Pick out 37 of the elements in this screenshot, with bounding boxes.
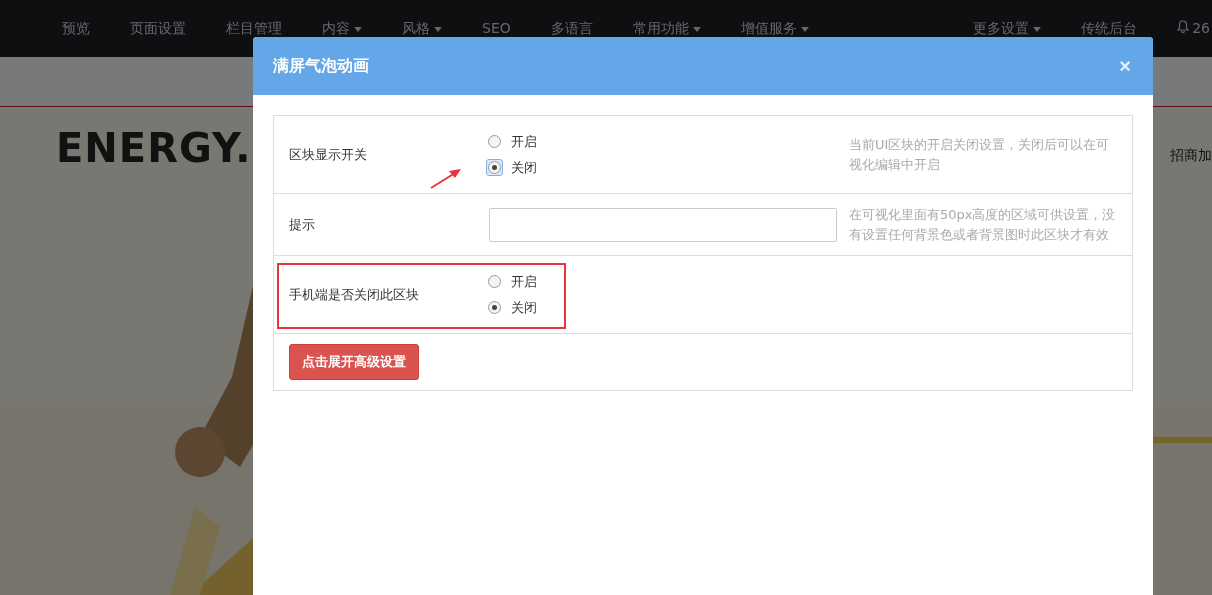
- radio-button[interactable]: [488, 135, 501, 148]
- nav-item[interactable]: 栏目管理: [226, 0, 282, 38]
- nav-item[interactable]: 页面设置: [130, 0, 186, 38]
- nav-item[interactable]: SEO: [482, 0, 511, 36]
- nav-item[interactable]: 增值服务: [740, 0, 809, 38]
- nav-item[interactable]: 预览: [62, 0, 90, 38]
- radio-button[interactable]: [488, 301, 501, 314]
- radio-option[interactable]: 开启: [486, 272, 849, 291]
- caret-icon: [1033, 26, 1042, 32]
- brand-logo: ENERGY.: [56, 125, 252, 171]
- field-label: 手机端是否关闭此区块: [289, 285, 420, 304]
- caret-icon: [354, 26, 362, 32]
- radio-option[interactable]: 开启: [486, 132, 849, 151]
- nav-item[interactable]: 内容: [322, 0, 362, 38]
- nav-item[interactable]: 风格: [402, 0, 442, 38]
- nav-link[interactable]: 招商加: [1170, 147, 1212, 165]
- nav-item[interactable]: 多语言: [550, 0, 593, 38]
- caret-icon: [434, 26, 442, 32]
- field-label: 提示: [289, 215, 316, 234]
- field-hint: 当前UI区块的开启关闭设置，关闭后可以在可视化编辑中开启: [849, 135, 1111, 174]
- radio-button[interactable]: [488, 161, 501, 174]
- bell-icon: [1177, 20, 1190, 33]
- text-field[interactable]: [489, 207, 837, 242]
- radio-option[interactable]: 关闭: [486, 298, 849, 317]
- nav-item[interactable]: 常用功能: [632, 0, 701, 38]
- nav-item[interactable]: 更多设置: [973, 0, 1042, 38]
- caret-icon: [692, 26, 701, 32]
- dialog-title: 满屏气泡动画: [273, 55, 369, 77]
- notification-count[interactable]: 26: [1177, 0, 1212, 36]
- nav-item[interactable]: 传统后台: [1081, 0, 1138, 38]
- radio-option[interactable]: 关闭: [486, 158, 849, 177]
- radio-button[interactable]: [488, 275, 501, 288]
- field-label: 区块显示开关: [289, 145, 368, 164]
- field-hint: 在可视化里面有50px高度的区域可供设置，没有设置任何背景色或者背景图时此区块才有效: [849, 205, 1117, 244]
- advanced-settings-button[interactable]: 点击展开高级设置: [289, 344, 419, 380]
- close-button[interactable]: ×: [1117, 54, 1133, 78]
- caret-icon: [800, 26, 809, 32]
